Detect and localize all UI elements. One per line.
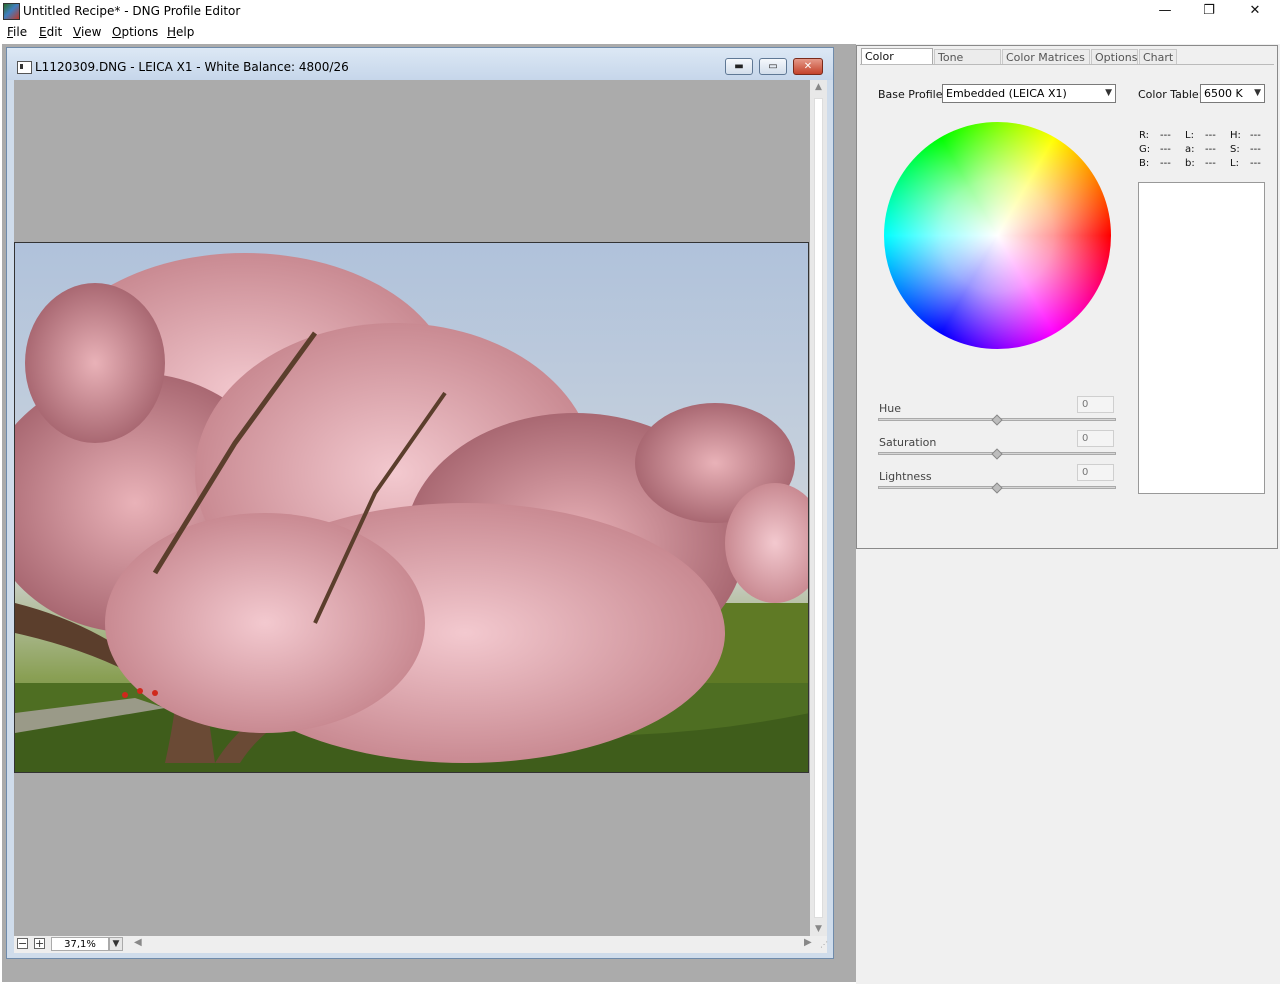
app-title: Untitled Recipe* - DNG Profile Editor bbox=[23, 4, 241, 18]
document-minimize-button[interactable]: ▬ bbox=[725, 58, 753, 75]
readout-g-value: --- bbox=[1160, 144, 1171, 155]
document-close-button[interactable]: ✕ bbox=[793, 58, 823, 75]
saturation-value-field[interactable]: 0 bbox=[1077, 430, 1114, 447]
tab-tone-curve[interactable]: Tone Curve bbox=[934, 49, 1001, 79]
readout-s-value: --- bbox=[1250, 144, 1261, 155]
scroll-up-icon[interactable]: ▲ bbox=[810, 80, 827, 94]
minimize-window-button[interactable]: — bbox=[1142, 0, 1188, 22]
lightness-value-field[interactable]: 0 bbox=[1077, 464, 1114, 481]
readout-hsl-l-value: --- bbox=[1250, 158, 1261, 169]
document-maximize-button[interactable]: ▭ bbox=[759, 58, 787, 75]
resize-grip-icon[interactable]: ⋰ bbox=[820, 940, 828, 949]
scroll-right-icon[interactable]: ▶ bbox=[804, 937, 812, 948]
lightness-label: Lightness bbox=[879, 470, 932, 483]
readout-hsl-l-label: L: bbox=[1230, 158, 1239, 169]
readout-lab-b-value: --- bbox=[1205, 158, 1216, 169]
document-title: L1120309.DNG - LEICA X1 - White Balance:… bbox=[35, 60, 349, 74]
document-status-bar: − + 37,1% ▼ ◀ ▶ ⋰ bbox=[14, 936, 828, 953]
base-profile-value: Embedded (LEICA X1) bbox=[946, 87, 1067, 100]
readout-lab-l-label: L: bbox=[1185, 130, 1194, 141]
hue-value-field[interactable]: 0 bbox=[1077, 396, 1114, 413]
color-table-label: Color Table: bbox=[1138, 88, 1203, 101]
close-window-button[interactable]: ✕ bbox=[1232, 0, 1278, 22]
tab-color-matrices[interactable]: Color Matrices bbox=[1002, 49, 1090, 64]
app-icon[interactable] bbox=[3, 3, 20, 20]
photo-preview[interactable] bbox=[14, 242, 809, 773]
menu-file[interactable]: File bbox=[7, 25, 27, 39]
color-wheel-shade[interactable] bbox=[884, 122, 1111, 349]
color-table-value: 6500 K bbox=[1204, 87, 1243, 100]
readout-lab-a-value: --- bbox=[1205, 144, 1216, 155]
zoom-in-button[interactable]: + bbox=[34, 938, 45, 949]
readout-b-label: B: bbox=[1139, 158, 1150, 169]
vertical-scrollbar[interactable]: ▲ ▼ bbox=[810, 80, 827, 936]
zoom-out-button[interactable]: − bbox=[17, 938, 28, 949]
base-profile-dropdown[interactable]: Embedded (LEICA X1) ▼ bbox=[942, 84, 1116, 103]
chevron-down-icon: ▼ bbox=[1105, 88, 1112, 98]
menu-help[interactable]: Help bbox=[167, 25, 194, 39]
scroll-left-icon[interactable]: ◀ bbox=[134, 937, 142, 948]
tab-chart[interactable]: Chart bbox=[1139, 49, 1177, 64]
vertical-scroll-thumb[interactable] bbox=[814, 98, 823, 918]
readout-r-value: --- bbox=[1160, 130, 1171, 141]
readout-lab-l-value: --- bbox=[1205, 130, 1216, 141]
color-table-dropdown[interactable]: 6500 K ▼ bbox=[1200, 84, 1265, 103]
zoom-dropdown-chevron-down-icon[interactable]: ▼ bbox=[109, 937, 123, 951]
menu-options[interactable]: Options bbox=[112, 25, 158, 39]
saturation-label: Saturation bbox=[879, 436, 937, 449]
scroll-down-icon[interactable]: ▼ bbox=[810, 922, 827, 936]
tab-color-tables[interactable]: Color Tables bbox=[861, 48, 933, 78]
readout-h-value: --- bbox=[1250, 130, 1261, 141]
zoom-level-field[interactable]: 37,1% bbox=[51, 937, 109, 951]
menu-view[interactable]: View bbox=[73, 25, 101, 39]
readout-h-label: H: bbox=[1230, 130, 1241, 141]
readout-r-label: R: bbox=[1139, 130, 1150, 141]
chevron-down-icon: ▼ bbox=[1254, 88, 1261, 98]
readout-g-label: G: bbox=[1139, 144, 1151, 155]
readout-lab-a-label: a: bbox=[1185, 144, 1195, 155]
tab-options[interactable]: Options bbox=[1091, 49, 1138, 64]
document-icon bbox=[17, 61, 32, 74]
restore-window-button[interactable]: ❐ bbox=[1186, 0, 1232, 22]
document-caption[interactable]: L1120309.DNG - LEICA X1 - White Balance:… bbox=[7, 48, 833, 80]
readout-b-value: --- bbox=[1160, 158, 1171, 169]
readout-s-label: S: bbox=[1230, 144, 1240, 155]
color-adjustments-list[interactable] bbox=[1138, 182, 1265, 494]
app-title-bar: Untitled Recipe* - DNG Profile Editor — … bbox=[0, 0, 1280, 22]
menu-edit[interactable]: Edit bbox=[39, 25, 62, 39]
hue-label: Hue bbox=[879, 402, 902, 415]
readout-lab-b-label: b: bbox=[1185, 158, 1195, 169]
menu-bar: File Edit View Options Help bbox=[0, 22, 1280, 42]
base-profile-label: Base Profile: bbox=[878, 88, 947, 101]
